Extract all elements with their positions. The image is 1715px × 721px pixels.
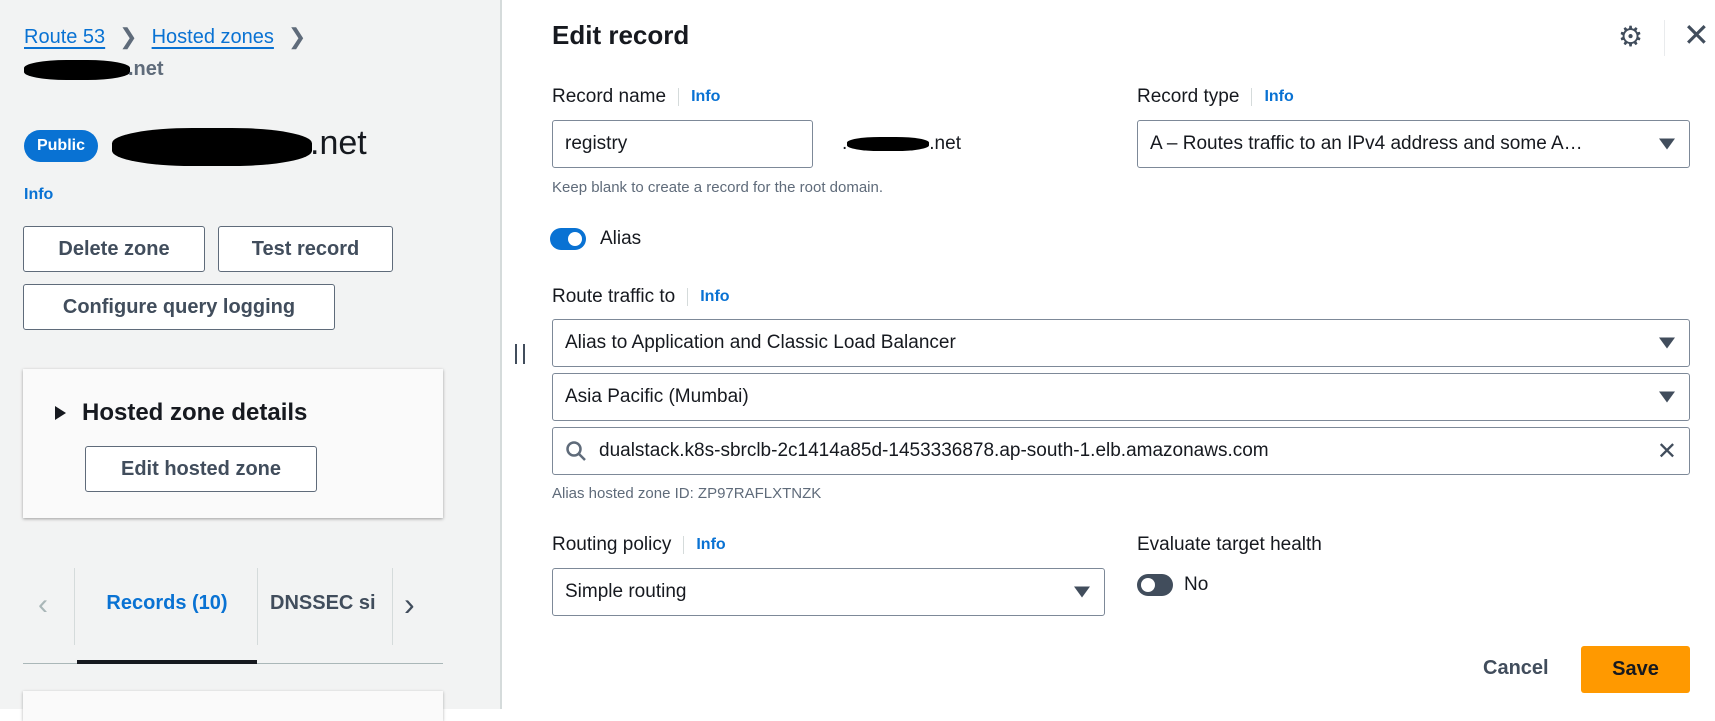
details-expander[interactable]: Hosted zone details: [55, 399, 307, 427]
configure-query-logging-button[interactable]: Configure query logging: [23, 284, 335, 330]
records-card: [23, 691, 443, 721]
redaction: [24, 60, 130, 80]
caret-down-icon: [1659, 138, 1675, 150]
record-type-info-link[interactable]: Info: [1251, 88, 1294, 106]
record-type-value: A – Routes traffic to an IPv4 address an…: [1150, 133, 1583, 154]
hosted-zone-details-card: Hosted zone details Edit hosted zone: [23, 369, 443, 518]
cancel-button[interactable]: Cancel: [1483, 657, 1549, 680]
record-name-input[interactable]: registry: [552, 120, 813, 168]
search-icon: [566, 441, 586, 461]
breadcrumb-route53[interactable]: Route 53: [24, 26, 105, 49]
alias-toggle[interactable]: [550, 228, 586, 250]
details-title: Hosted zone details: [82, 399, 308, 426]
caret-down-icon: [1659, 337, 1675, 349]
zone-name: .net: [310, 124, 367, 162]
alias-label: Alias: [600, 228, 642, 249]
record-name-suffix: . .net: [842, 133, 961, 154]
route-traffic-label: Route traffic to: [552, 286, 676, 307]
evaluate-health-value: No: [1184, 574, 1209, 595]
endpoint-select[interactable]: Alias to Application and Classic Load Ba…: [552, 319, 1690, 367]
breadcrumb: Route 53 ❯ Hosted zones ❯: [24, 24, 306, 50]
caret-right-icon: [55, 406, 66, 420]
chevron-right-icon: ❯: [119, 24, 138, 49]
tabs-scroll-left-icon[interactable]: ‹: [38, 588, 48, 622]
record-name-label: Record name: [552, 86, 667, 107]
clear-icon[interactable]: ✕: [1657, 437, 1677, 466]
record-type-label: Record type: [1137, 86, 1240, 107]
edit-hosted-zone-button[interactable]: Edit hosted zone: [85, 446, 317, 492]
public-badge: Public: [24, 130, 98, 162]
alias-target-value: dualstack.k8s-sbrclb-2c1414a85d-14533368…: [599, 440, 1269, 461]
record-type-select[interactable]: A – Routes traffic to an IPv4 address an…: [1137, 120, 1690, 168]
caret-down-icon: [1074, 586, 1090, 598]
resize-handle-icon[interactable]: [515, 344, 525, 364]
gear-icon[interactable]: ⚙: [1618, 20, 1643, 53]
evaluate-health-toggle[interactable]: [1137, 574, 1173, 596]
record-name-hint: Keep blank to create a record for the ro…: [552, 179, 884, 196]
hosted-zone-sidebar: Route 53 ❯ Hosted zones ❯ .net Public .n…: [0, 0, 502, 721]
routing-policy-value: Simple routing: [565, 581, 687, 602]
evaluate-health-label: Evaluate target health: [1137, 534, 1322, 555]
chevron-right-icon: ❯: [287, 24, 307, 49]
routing-policy-select[interactable]: Simple routing: [552, 568, 1105, 616]
zone-info-link[interactable]: Info: [24, 186, 53, 204]
tabs-scroll-right-icon[interactable]: ›: [404, 586, 415, 623]
route-traffic-info-link[interactable]: Info: [687, 288, 730, 306]
alias-zone-id: Alias hosted zone ID: ZP97RAFLXTNZK: [552, 485, 822, 502]
breadcrumb-hosted-zones[interactable]: Hosted zones: [152, 26, 274, 49]
save-button[interactable]: Save: [1581, 646, 1690, 693]
alias-target-search-input[interactable]: dualstack.k8s-sbrclb-2c1414a85d-14533368…: [552, 427, 1690, 475]
tab-records[interactable]: Records (10): [77, 592, 257, 615]
test-record-button[interactable]: Test record: [218, 226, 393, 272]
active-tab-indicator: [77, 660, 257, 664]
record-name-info-link[interactable]: Info: [678, 88, 720, 106]
tab-dnssec[interactable]: DNSSEC si: [270, 592, 390, 615]
routing-policy-label: Routing policy: [552, 534, 672, 555]
routing-policy-info-link[interactable]: Info: [683, 536, 726, 554]
redaction: [112, 128, 312, 166]
breadcrumb-current: .net: [128, 58, 164, 80]
caret-down-icon: [1659, 391, 1675, 403]
region-select[interactable]: Asia Pacific (Mumbai): [552, 373, 1690, 421]
endpoint-value: Alias to Application and Classic Load Ba…: [565, 332, 956, 353]
region-value: Asia Pacific (Mumbai): [565, 386, 749, 407]
delete-zone-button[interactable]: Delete zone: [23, 226, 205, 272]
panel-title: Edit record: [552, 20, 690, 50]
close-icon[interactable]: ✕: [1683, 16, 1710, 54]
